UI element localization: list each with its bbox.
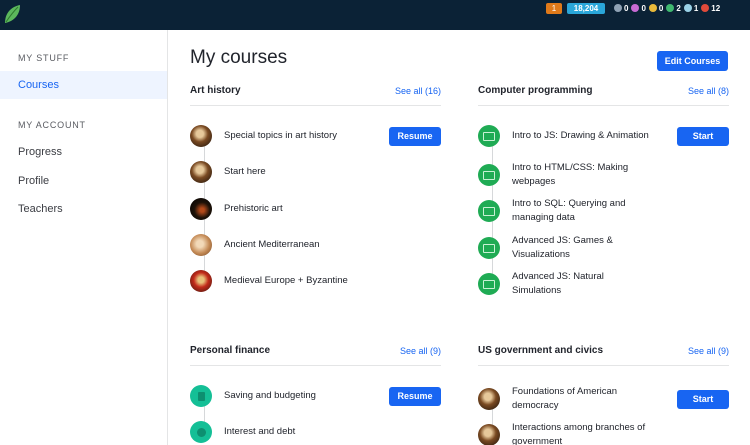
- unit-link[interactable]: Saving and budgeting: [224, 389, 364, 403]
- course-card-computer-programming: Computer programming See all (8) Intro t…: [478, 85, 729, 305]
- unit-row: Interest and debt: [190, 421, 441, 443]
- unit-row: Prehistoric art: [190, 198, 441, 220]
- unit-link[interactable]: Medieval Europe + Byzantine: [224, 274, 364, 288]
- unit-link[interactable]: Advanced JS: Games & Visualizations: [512, 234, 642, 262]
- sidebar-item-teachers[interactable]: Teachers: [0, 195, 167, 223]
- unit-link[interactable]: Interest and debt: [224, 425, 364, 439]
- my-stuff-heading: MY STUFF: [18, 53, 70, 63]
- unit-thumbnail: [478, 424, 500, 445]
- edit-courses-button[interactable]: Edit Courses: [657, 51, 728, 71]
- earth-badge-icon: [648, 4, 657, 12]
- unit-link[interactable]: Advanced JS: Natural Simulations: [512, 270, 622, 298]
- moon-badge-icon: [631, 4, 640, 12]
- divider: [478, 365, 729, 366]
- unit-thumbnail: [190, 125, 212, 147]
- energy-points[interactable]: 18,204: [567, 3, 605, 14]
- black-hole-badge-icon: [683, 4, 692, 12]
- badge-counts[interactable]: 0 0 0 2 1 12: [614, 2, 720, 14]
- sidebar: MY STUFF Courses MY ACCOUNT Progress Pro…: [0, 30, 168, 445]
- unit-thumbnail: [190, 198, 212, 220]
- code-window-icon: [478, 125, 500, 147]
- unit-link[interactable]: Start here: [224, 165, 364, 179]
- unit-link[interactable]: Intro to HTML/CSS: Making webpages: [512, 161, 642, 189]
- unit-thumbnail: [190, 234, 212, 256]
- resume-button[interactable]: Resume: [389, 386, 441, 406]
- unit-thumbnail: [478, 388, 500, 410]
- unit-row: Intro to SQL: Querying and managing data: [478, 197, 729, 225]
- code-window-icon: [478, 273, 500, 295]
- sidebar-item-profile[interactable]: Profile: [0, 167, 167, 195]
- sun-badge: 2: [666, 3, 681, 13]
- see-all-link[interactable]: See all (9): [688, 346, 729, 356]
- coins-icon: [190, 421, 212, 443]
- divider: [478, 105, 729, 106]
- meteorite-badge-icon: [614, 4, 622, 12]
- divider: [190, 105, 441, 106]
- code-window-icon: [478, 237, 500, 259]
- unit-thumbnail: [190, 270, 212, 292]
- unit-row: Special topics in art history Resume: [190, 125, 441, 147]
- challenge-patch-icon: [701, 4, 710, 12]
- unit-row: Interactions among branches of governmen…: [478, 421, 729, 445]
- course-title[interactable]: US government and civics: [478, 345, 603, 356]
- unit-link[interactable]: Interactions among branches of governmen…: [512, 421, 662, 445]
- unit-link[interactable]: Intro to SQL: Querying and managing data: [512, 197, 642, 225]
- see-all-link[interactable]: See all (9): [400, 346, 441, 356]
- sun-badge-icon: [666, 4, 675, 12]
- streak-counter[interactable]: 1: [546, 3, 562, 14]
- top-bar: 1 18,204 0 0 0 2 1 12: [0, 0, 750, 30]
- course-card-us-government: US government and civics See all (9) Fou…: [478, 345, 729, 445]
- page-title: My courses: [190, 47, 288, 68]
- unit-row: Foundations of American democracy Start: [478, 385, 729, 413]
- see-all-link[interactable]: See all (8): [688, 86, 729, 96]
- my-account-heading: MY ACCOUNT: [18, 120, 86, 130]
- unit-link[interactable]: Intro to JS: Drawing & Animation: [512, 129, 662, 143]
- unit-row: Advanced JS: Natural Simulations: [478, 270, 729, 298]
- badge-count: 2: [676, 3, 681, 13]
- start-button[interactable]: Start: [677, 389, 729, 409]
- unit-thumbnail: [190, 161, 212, 183]
- unit-link[interactable]: Special topics in art history: [224, 129, 364, 143]
- start-button[interactable]: Start: [677, 126, 729, 146]
- sidebar-item-progress[interactable]: Progress: [0, 138, 167, 166]
- course-title[interactable]: Art history: [190, 85, 241, 96]
- earth-badge: 0: [648, 3, 664, 13]
- divider: [190, 365, 441, 366]
- unit-row: Saving and budgeting Resume: [190, 385, 441, 407]
- course-title[interactable]: Personal finance: [190, 345, 270, 356]
- unit-row: Intro to JS: Drawing & Animation Start: [478, 125, 729, 147]
- khan-academy-leaf-logo[interactable]: [2, 2, 22, 26]
- badge-count: 12: [711, 3, 721, 13]
- course-card-art-history: Art history See all (16) Special topics …: [190, 85, 441, 305]
- challenge-patch: 12: [701, 4, 720, 13]
- unit-link[interactable]: Ancient Mediterranean: [224, 238, 364, 252]
- meteorite-badge: 0: [614, 4, 628, 13]
- code-window-icon: [478, 164, 500, 186]
- piggy-bank-icon: [190, 385, 212, 407]
- moon-badge: 0: [631, 3, 646, 13]
- unit-link[interactable]: Prehistoric art: [224, 202, 364, 216]
- black-hole-badge: 1: [683, 3, 699, 13]
- course-title[interactable]: Computer programming: [478, 85, 592, 96]
- badge-count: 0: [641, 3, 646, 13]
- badge-count: 0: [658, 3, 664, 13]
- unit-link[interactable]: Foundations of American democracy: [512, 385, 642, 413]
- unit-row: Intro to HTML/CSS: Making webpages: [478, 161, 729, 189]
- unit-row: Ancient Mediterranean: [190, 234, 441, 256]
- unit-row: Advanced JS: Games & Visualizations: [478, 234, 729, 262]
- course-card-personal-finance: Personal finance See all (9) Saving and …: [190, 345, 441, 445]
- unit-row: Medieval Europe + Byzantine: [190, 270, 441, 292]
- see-all-link[interactable]: See all (16): [395, 86, 441, 96]
- badge-count: 1: [693, 3, 699, 13]
- unit-row: Start here: [190, 161, 441, 183]
- sidebar-item-courses[interactable]: Courses: [0, 71, 167, 99]
- badge-count: 0: [624, 3, 629, 13]
- resume-button[interactable]: Resume: [389, 126, 441, 146]
- database-icon: [478, 200, 500, 222]
